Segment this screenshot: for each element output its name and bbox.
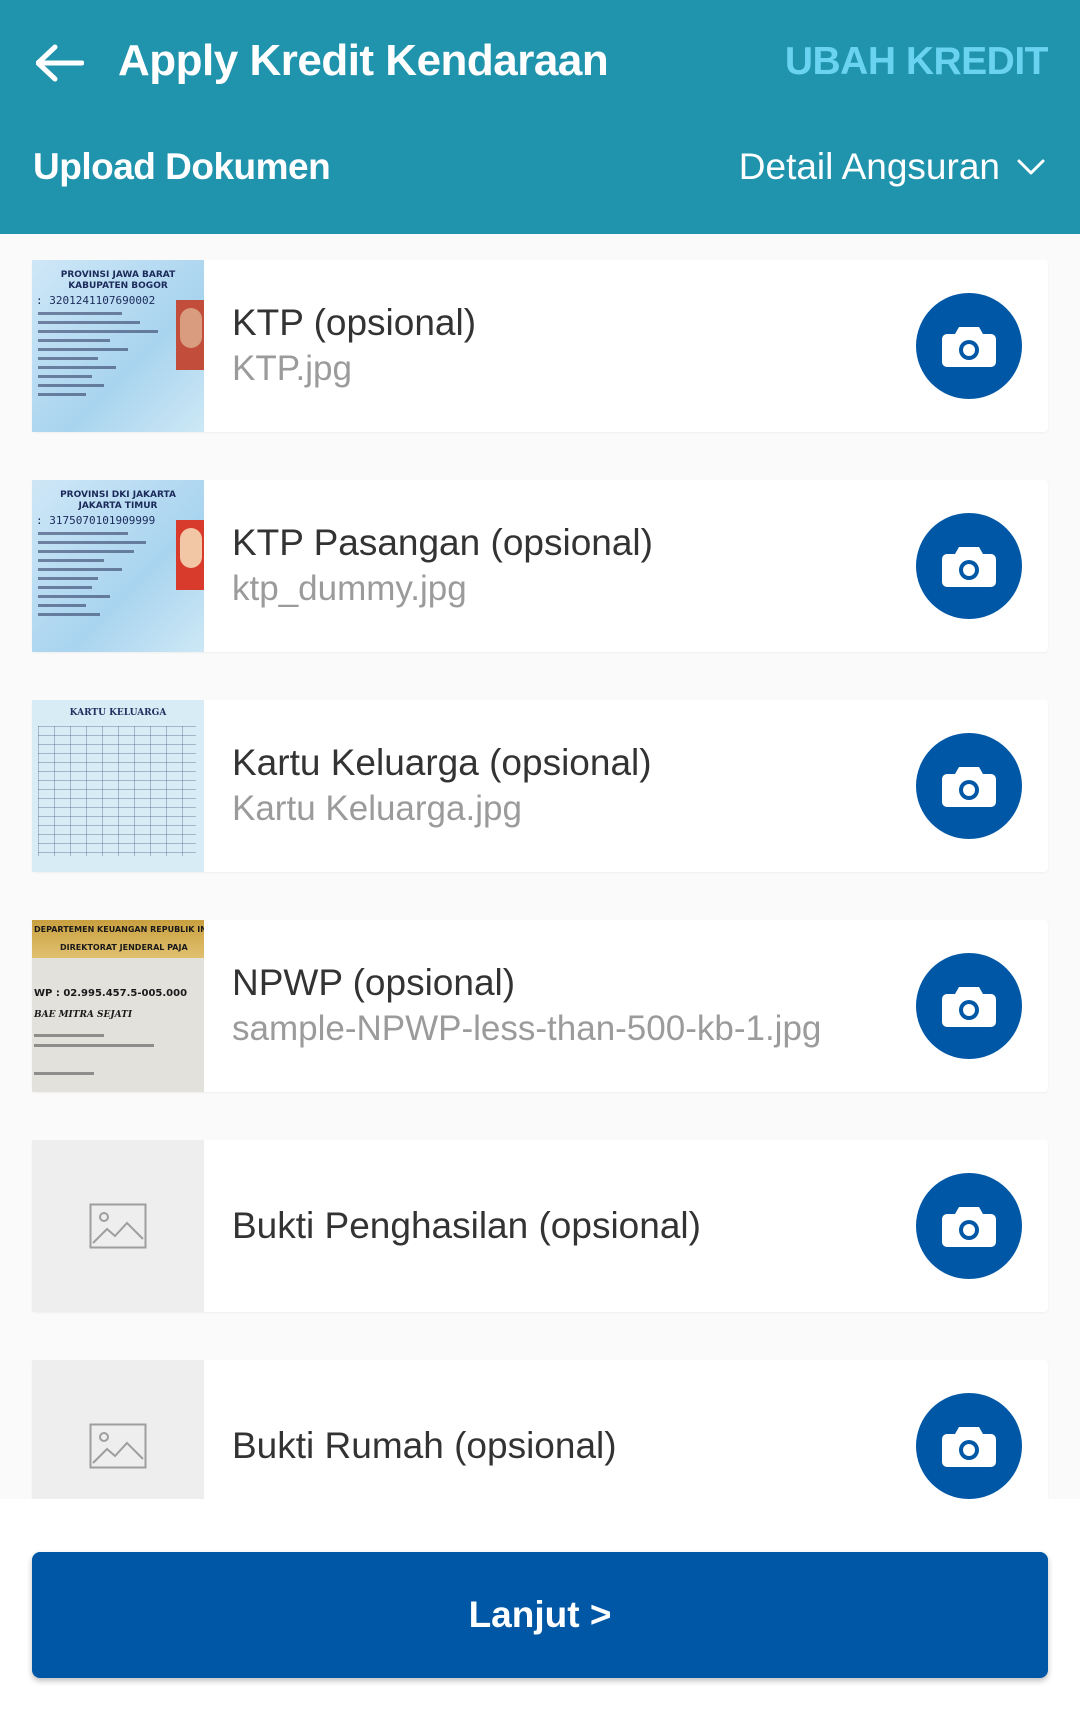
document-card-bukti-penghasilan[interactable]: Bukti Penghasilan (opsional) — [32, 1140, 1048, 1312]
section-title: Upload Dokumen — [33, 146, 331, 187]
document-thumbnail[interactable]: PROVINSI JAWA BARAT KABUPATEN BOGOR : 32… — [32, 260, 204, 432]
document-info: KTP Pasangan (opsional) ktp_dummy.jpg — [232, 480, 872, 652]
document-card-bukti-rumah[interactable]: Bukti Rumah (opsional) — [32, 1360, 1048, 1499]
thumbnail-name: BAE MITRA SEJATI — [34, 1010, 133, 1020]
camera-icon — [942, 987, 996, 1027]
document-card-kartu-keluarga[interactable]: KARTU KELUARGA Kartu Keluarga (opsional)… — [32, 700, 1048, 872]
camera-icon — [942, 1207, 996, 1247]
document-card-npwp[interactable]: DEPARTEMEN KEUANGAN REPUBLIK IN DIREKTOR… — [32, 920, 1048, 1092]
lanjut-button-label: Lanjut > — [468, 1594, 612, 1635]
document-title: Bukti Penghasilan (opsional) — [232, 1205, 701, 1246]
document-title: KTP Pasangan (opsional) — [232, 522, 653, 563]
document-thumbnail[interactable] — [32, 1360, 204, 1499]
footer-bar: Lanjut > — [0, 1499, 1080, 1731]
thumbnail-header: PROVINSI DKI JAKARTA JAKARTA TIMUR — [60, 490, 176, 511]
ktp-image: PROVINSI JAWA BARAT KABUPATEN BOGOR : 32… — [32, 260, 204, 432]
document-list: PROVINSI JAWA BARAT KABUPATEN BOGOR : 32… — [0, 234, 1080, 1499]
detail-angsuran-label: Detail Angsuran — [738, 146, 1000, 187]
document-info: Bukti Rumah (opsional) — [232, 1360, 872, 1499]
detail-angsuran-toggle[interactable]: Detail Angsuran — [739, 146, 1046, 188]
thumbnail-header: DEPARTEMEN KEUANGAN REPUBLIK IN — [34, 925, 204, 934]
npwp-image: DEPARTEMEN KEUANGAN REPUBLIK IN DIREKTOR… — [32, 920, 204, 1092]
camera-button[interactable] — [916, 953, 1022, 1059]
camera-icon — [942, 1427, 996, 1467]
ubah-kredit-button[interactable]: UBAH KREDIT — [785, 40, 1049, 84]
document-title: NPWP (opsional) — [232, 962, 516, 1003]
chevron-down-icon — [1017, 159, 1045, 175]
document-info: Bukti Penghasilan (opsional) — [232, 1140, 872, 1312]
camera-button[interactable] — [916, 513, 1022, 619]
image-placeholder-icon — [89, 1423, 147, 1469]
arrow-left-icon — [36, 44, 84, 82]
document-title: Kartu Keluarga (opsional) — [232, 742, 652, 783]
document-info: KTP (opsional) KTP.jpg — [232, 260, 872, 432]
document-thumbnail[interactable]: PROVINSI DKI JAKARTA JAKARTA TIMUR : 317… — [32, 480, 204, 652]
camera-button[interactable] — [916, 733, 1022, 839]
page-title: Apply Kredit Kendaraan — [118, 36, 609, 85]
camera-button[interactable] — [916, 1173, 1022, 1279]
back-button[interactable] — [30, 38, 90, 88]
document-info: NPWP (opsional) sample-NPWP-less-than-50… — [232, 920, 872, 1092]
lanjut-button[interactable]: Lanjut > — [32, 1552, 1048, 1678]
camera-button[interactable] — [916, 293, 1022, 399]
thumbnail-header: KARTU KELUARGA — [69, 708, 167, 718]
document-info: Kartu Keluarga (opsional) Kartu Keluarga… — [232, 700, 872, 872]
document-card-ktp-pasangan[interactable]: PROVINSI DKI JAKARTA JAKARTA TIMUR : 317… — [32, 480, 1048, 652]
thumbnail-nik: : 3175070101909999 — [36, 514, 156, 527]
camera-button[interactable] — [916, 1393, 1022, 1499]
camera-icon — [942, 547, 996, 587]
thumbnail-nik: : 3201241107690002 — [36, 294, 156, 307]
document-thumbnail[interactable]: KARTU KELUARGA — [32, 700, 204, 872]
document-filename: ktp_dummy.jpg — [232, 569, 467, 608]
thumbnail-header: PROVINSI JAWA BARAT KABUPATEN BOGOR — [60, 270, 176, 291]
document-title: Bukti Rumah (opsional) — [232, 1425, 617, 1466]
camera-icon — [942, 327, 996, 367]
document-card-ktp[interactable]: PROVINSI JAWA BARAT KABUPATEN BOGOR : 32… — [32, 260, 1048, 432]
kartu-keluarga-image: KARTU KELUARGA — [32, 700, 204, 872]
camera-icon — [942, 767, 996, 807]
document-title: KTP (opsional) — [232, 302, 477, 343]
thumbnail-subheader: DIREKTORAT JENDERAL PAJA — [60, 943, 188, 952]
document-thumbnail[interactable]: DEPARTEMEN KEUANGAN REPUBLIK IN DIREKTOR… — [32, 920, 204, 1092]
image-placeholder-icon — [89, 1203, 147, 1249]
ktp-pasangan-image: PROVINSI DKI JAKARTA JAKARTA TIMUR : 317… — [32, 480, 204, 652]
document-filename: sample-NPWP-less-than-500-kb-1.jpg — [232, 1009, 822, 1048]
document-filename: KTP.jpg — [232, 349, 352, 388]
thumbnail-number: WP : 02.995.457.5-005.000 — [34, 988, 188, 999]
document-thumbnail[interactable] — [32, 1140, 204, 1312]
app-header: Apply Kredit Kendaraan UBAH KREDIT Uploa… — [0, 0, 1080, 234]
document-filename: Kartu Keluarga.jpg — [232, 789, 522, 828]
